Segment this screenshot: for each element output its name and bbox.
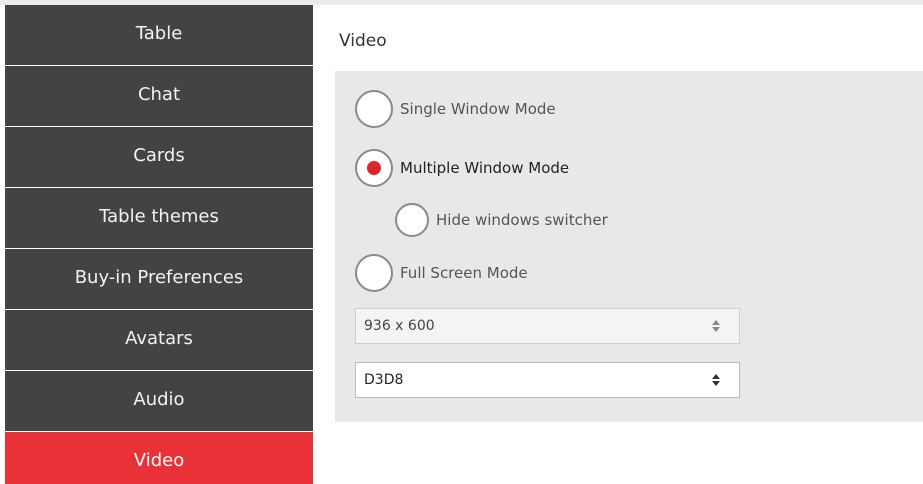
single-window-mode-option[interactable]: Single Window Mode	[355, 90, 556, 128]
radio-button[interactable]	[395, 203, 429, 237]
full-screen-mode-option[interactable]: Full Screen Mode	[355, 254, 528, 292]
sidebar-item-label: Cards	[133, 144, 185, 166]
page-title: Video	[339, 31, 387, 51]
sidebar-item-avatars[interactable]: Avatars	[5, 310, 313, 370]
radio-button-selected[interactable]	[355, 149, 393, 187]
radio-label: Hide windows switcher	[436, 211, 608, 229]
sidebar-item-audio[interactable]: Audio	[5, 371, 313, 431]
radio-label: Single Window Mode	[400, 100, 556, 118]
hide-windows-switcher-option[interactable]: Hide windows switcher	[395, 203, 608, 237]
sidebar-item-label: Audio	[133, 388, 185, 410]
settings-sidebar: Table Chat Cards Table themes Buy-in Pre…	[5, 5, 313, 484]
radio-button[interactable]	[355, 254, 393, 292]
sidebar-item-table[interactable]: Table	[5, 5, 313, 65]
sidebar-item-video[interactable]: Video	[5, 432, 313, 484]
multiple-window-mode-option[interactable]: Multiple Window Mode	[355, 149, 569, 187]
select-value: 936 x 600	[364, 318, 435, 334]
renderer-select[interactable]: D3D8	[355, 362, 740, 398]
sidebar-item-buy-in-preferences[interactable]: Buy-in Preferences	[5, 249, 313, 309]
sidebar-item-label: Video	[133, 449, 185, 471]
sidebar-item-label: Buy-in Preferences	[74, 266, 244, 288]
sidebar-item-table-themes[interactable]: Table themes	[5, 188, 313, 248]
sidebar-item-chat[interactable]: Chat	[5, 66, 313, 126]
updown-arrows-icon	[711, 374, 721, 386]
sidebar-item-cards[interactable]: Cards	[5, 127, 313, 187]
settings-window: Table Chat Cards Table themes Buy-in Pre…	[0, 0, 923, 484]
sidebar-item-label: Avatars	[125, 327, 193, 349]
radio-button[interactable]	[355, 90, 393, 128]
sidebar-item-label: Chat	[137, 83, 181, 105]
radio-dot	[367, 161, 381, 175]
updown-arrows-icon	[711, 320, 721, 332]
sidebar-item-label: Table	[135, 22, 183, 44]
radio-label: Multiple Window Mode	[400, 159, 570, 177]
sidebar-item-label: Table themes	[99, 205, 219, 227]
radio-label: Full Screen Mode	[400, 264, 528, 282]
resolution-select[interactable]: 936 x 600	[355, 308, 740, 344]
select-value: D3D8	[364, 372, 404, 388]
